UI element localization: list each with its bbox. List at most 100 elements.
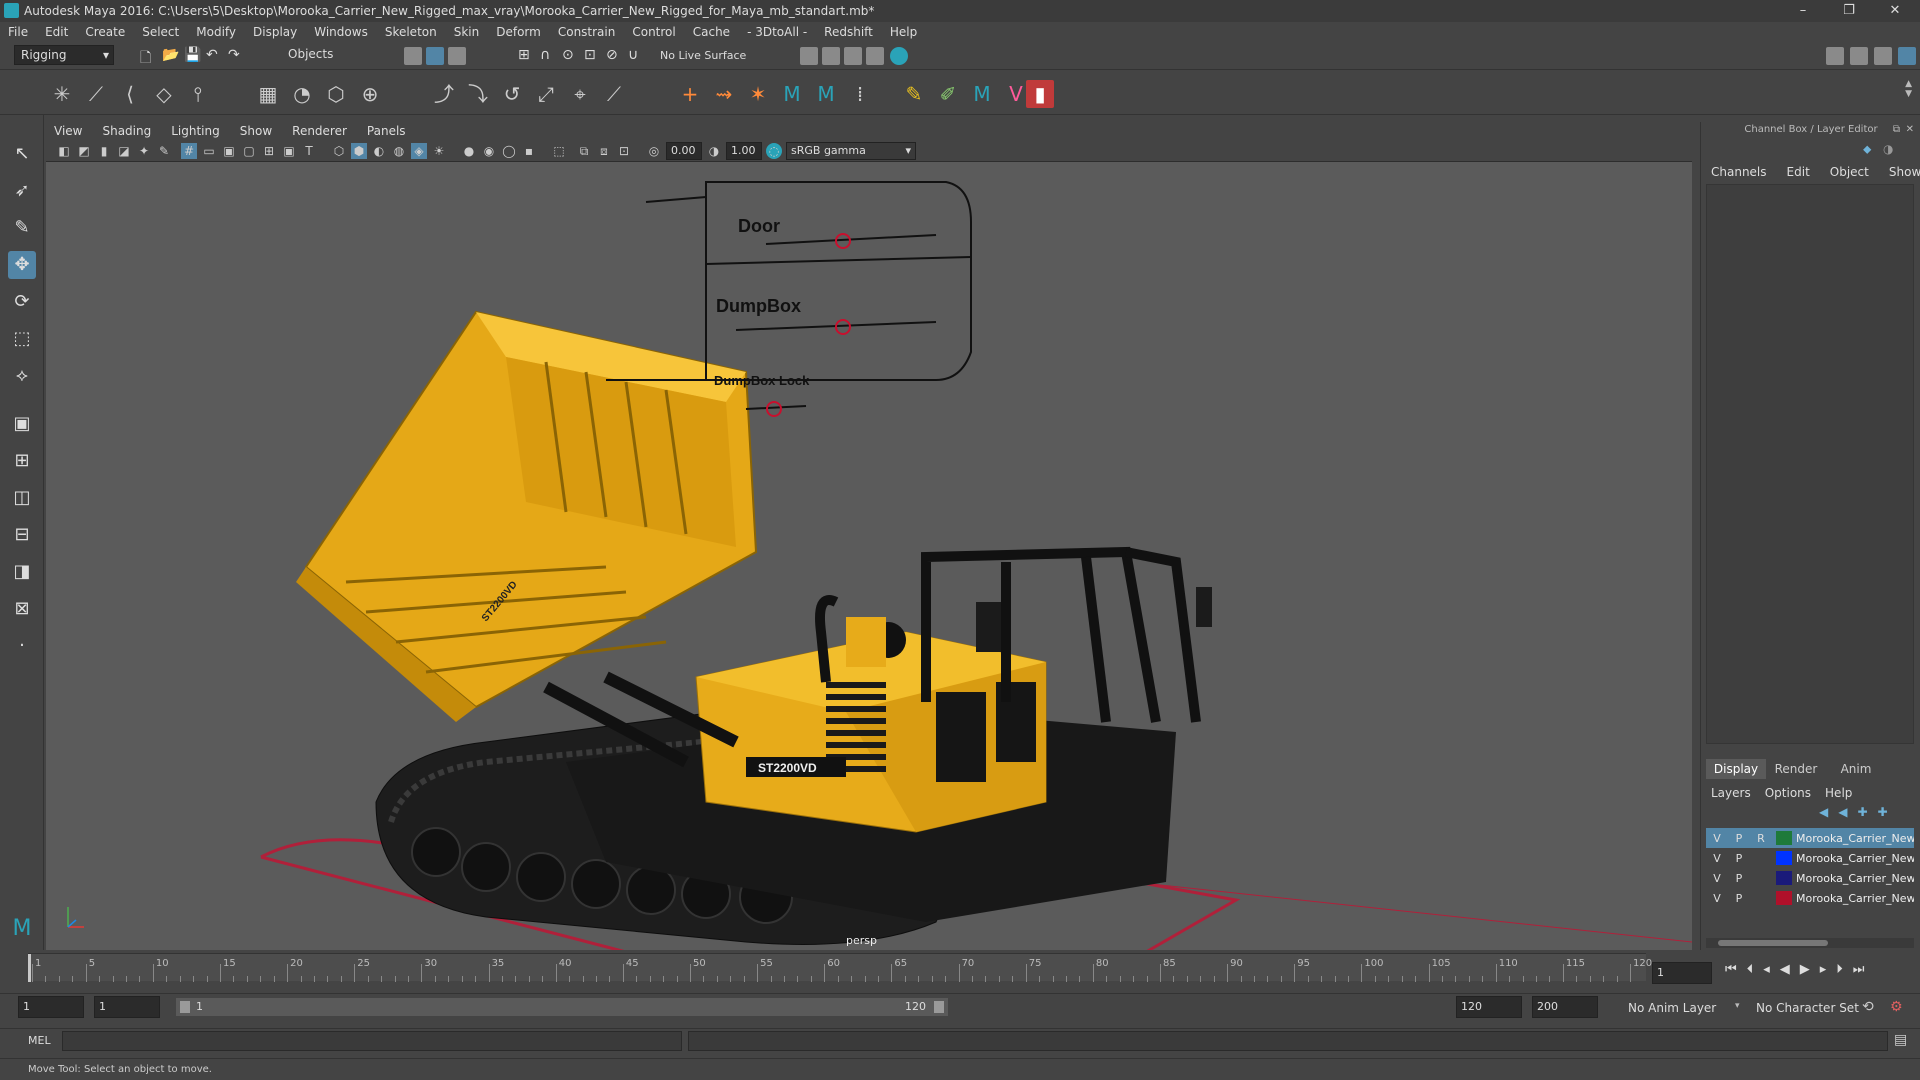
layer-color-swatch[interactable] <box>1776 871 1792 885</box>
layout-extra-icon[interactable]: ⊠ <box>8 595 36 623</box>
persp-graph-icon[interactable]: ⊟ <box>8 521 36 549</box>
grease-pencil-icon[interactable]: ✎ <box>156 143 172 159</box>
rig-handle-dumpbox[interactable] <box>835 319 851 335</box>
safe-action-icon[interactable]: ▣ <box>281 143 297 159</box>
rotate-tool-icon[interactable]: ⟳ <box>8 288 36 316</box>
persp-outliner-icon[interactable]: ◨ <box>8 558 36 586</box>
go-to-end-icon[interactable]: ⏭ <box>1853 962 1865 977</box>
menu-help[interactable]: Help <box>890 25 917 39</box>
le-menu-options[interactable]: Options <box>1765 786 1811 800</box>
orient-joint-icon[interactable]: ⫯ <box>184 80 212 108</box>
scale-constraint-icon[interactable]: ⤢ <box>532 80 560 108</box>
point-constraint-icon[interactable]: ⤵ <box>464 80 492 108</box>
aim-constraint-icon[interactable]: ⌖ <box>566 80 594 108</box>
isolate-select-icon[interactable]: ⬚ <box>551 143 567 159</box>
play-forwards-icon[interactable]: ▶ <box>1800 962 1810 977</box>
panel-menu-panels[interactable]: Panels <box>367 124 406 138</box>
panel-menu-view[interactable]: View <box>54 124 82 138</box>
xray-components-icon[interactable]: ⊡ <box>616 143 632 159</box>
menu-file[interactable]: File <box>8 25 28 39</box>
screen-space-ao-icon[interactable]: ● <box>461 143 477 159</box>
layer-row[interactable]: V P Morooka_Carrier_New <box>1706 868 1914 888</box>
close-button[interactable]: ✕ <box>1872 0 1918 22</box>
menu-3dtoall[interactable]: - 3DtoAll - <box>747 25 807 39</box>
play-backwards-icon[interactable]: ◀ <box>1780 962 1790 977</box>
menuset-dropdown[interactable]: Rigging ▾ <box>14 45 114 65</box>
panel-menu-lighting[interactable]: Lighting <box>171 124 220 138</box>
current-time-marker[interactable] <box>28 954 31 982</box>
color-management-icon[interactable]: ◌ <box>766 143 782 159</box>
auto-key-icon[interactable]: ⟲ <box>1862 999 1874 1015</box>
le-menu-layers[interactable]: Layers <box>1711 786 1751 800</box>
layer-color-swatch[interactable] <box>1776 851 1792 865</box>
current-frame-field[interactable]: 1 <box>1652 962 1712 984</box>
xray-joints-icon[interactable]: ⧈ <box>596 143 612 159</box>
channel-box-toggle-b-icon[interactable]: ◑ <box>1883 142 1893 156</box>
render-view-icon[interactable] <box>890 47 908 65</box>
menu-modify[interactable]: Modify <box>196 25 236 39</box>
select-component-icon[interactable] <box>448 47 466 65</box>
paint-select-tool-icon[interactable]: ✎ <box>8 214 36 242</box>
ik-handle-icon[interactable]: ⟋ <box>82 80 110 108</box>
menu-deform[interactable]: Deform <box>496 25 541 39</box>
resolution-gate-icon[interactable]: ▣ <box>221 143 237 159</box>
layer-display-type-toggle[interactable]: R <box>1750 832 1772 845</box>
wrap-icon[interactable]: ⬡ <box>322 80 350 108</box>
hik-icon[interactable]: ✶ <box>744 80 772 108</box>
camera-attributes-icon[interactable]: ◩ <box>76 143 92 159</box>
layer-visibility-toggle[interactable]: V <box>1706 892 1728 905</box>
layer-name[interactable]: Morooka_Carrier_New <box>1796 852 1914 865</box>
playback-end-field[interactable]: 120 <box>1456 996 1522 1018</box>
layer-playback-toggle[interactable]: P <box>1728 852 1750 865</box>
tab-render[interactable]: Render <box>1766 759 1826 779</box>
layer-name[interactable]: Morooka_Carrier_New <box>1796 892 1914 905</box>
character-set-label[interactable]: No Character Set <box>1756 1001 1859 1015</box>
menu-skin[interactable]: Skin <box>454 25 480 39</box>
menu-redshift[interactable]: Redshift <box>824 25 873 39</box>
gate-mask-icon[interactable]: ▢ <box>241 143 257 159</box>
playback-start-field[interactable]: 1 <box>94 996 160 1018</box>
menu-select[interactable]: Select <box>142 25 179 39</box>
single-view-icon[interactable]: ▣ <box>8 410 36 438</box>
cb-menu-show[interactable]: Show <box>1889 165 1920 179</box>
wireframe-icon[interactable]: ⬡ <box>331 143 347 159</box>
color-space-dropdown[interactable]: sRGB gamma ▾ <box>786 142 916 160</box>
pole-vector-icon[interactable]: ⟋ <box>600 80 628 108</box>
move-layer-down-icon[interactable]: ◀ <box>1838 805 1847 819</box>
range-handle-left[interactable] <box>180 1001 190 1013</box>
layer-row[interactable]: V P Morooka_Carrier_New <box>1706 848 1914 868</box>
hypershade-icon[interactable] <box>866 47 884 65</box>
rig-tool-e-icon[interactable]: ▮ <box>1026 80 1054 108</box>
layer-visibility-toggle[interactable]: V <box>1706 872 1728 885</box>
two-d-pan-icon[interactable]: ✦ <box>136 143 152 159</box>
orient-constraint-icon[interactable]: ↺ <box>498 80 526 108</box>
live-surface-label[interactable]: No Live Surface <box>660 49 746 62</box>
select-object-icon[interactable] <box>426 47 444 65</box>
layer-playback-toggle[interactable]: P <box>1728 892 1750 905</box>
new-scene-icon[interactable]: 🗋 <box>140 47 158 66</box>
menu-create[interactable]: Create <box>85 25 125 39</box>
rig-tool-b-icon[interactable]: ✐ <box>934 80 962 108</box>
rig-handle-dumpbox-lock[interactable] <box>766 401 782 417</box>
multisample-aa-icon[interactable]: ◯ <box>501 143 517 159</box>
four-view-icon[interactable]: ⊞ <box>8 447 36 475</box>
go-to-start-icon[interactable]: ⏮ <box>1725 962 1737 977</box>
quick-rig-icon[interactable]: M <box>778 80 806 108</box>
channel-box-toggle-a-icon[interactable]: ⬥ <box>1863 142 1871 157</box>
menu-control[interactable]: Control <box>632 25 675 39</box>
minimize-button[interactable]: – <box>1780 0 1826 22</box>
panel-menu-renderer[interactable]: Renderer <box>292 124 347 138</box>
textured-icon[interactable]: ◍ <box>391 143 407 159</box>
cb-menu-channels[interactable]: Channels <box>1711 165 1767 179</box>
perspective-viewport[interactable]: ST2200VD ST2200VD Door DumpBox DumpBox L… <box>46 162 1692 952</box>
use-lights-icon[interactable]: ◈ <box>411 143 427 159</box>
snap-curve-icon[interactable]: ∩ <box>540 47 558 65</box>
snap-point-icon[interactable]: ⊙ <box>562 47 580 65</box>
channel-list-area[interactable] <box>1706 184 1914 744</box>
layer-name[interactable]: Morooka_Carrier_New <box>1796 872 1914 885</box>
layer-scrollbar-thumb[interactable] <box>1718 940 1828 946</box>
animation-end-field[interactable]: 200 <box>1532 996 1598 1018</box>
time-slider[interactable]: 1 5 10 15 20 25 30 35 40 45 50 55 60 65 70 75 80 85 90 95 10… <box>28 953 1652 982</box>
lattice-icon[interactable]: ▦ <box>254 80 282 108</box>
move-layer-up-icon[interactable]: ◀ <box>1819 805 1828 819</box>
